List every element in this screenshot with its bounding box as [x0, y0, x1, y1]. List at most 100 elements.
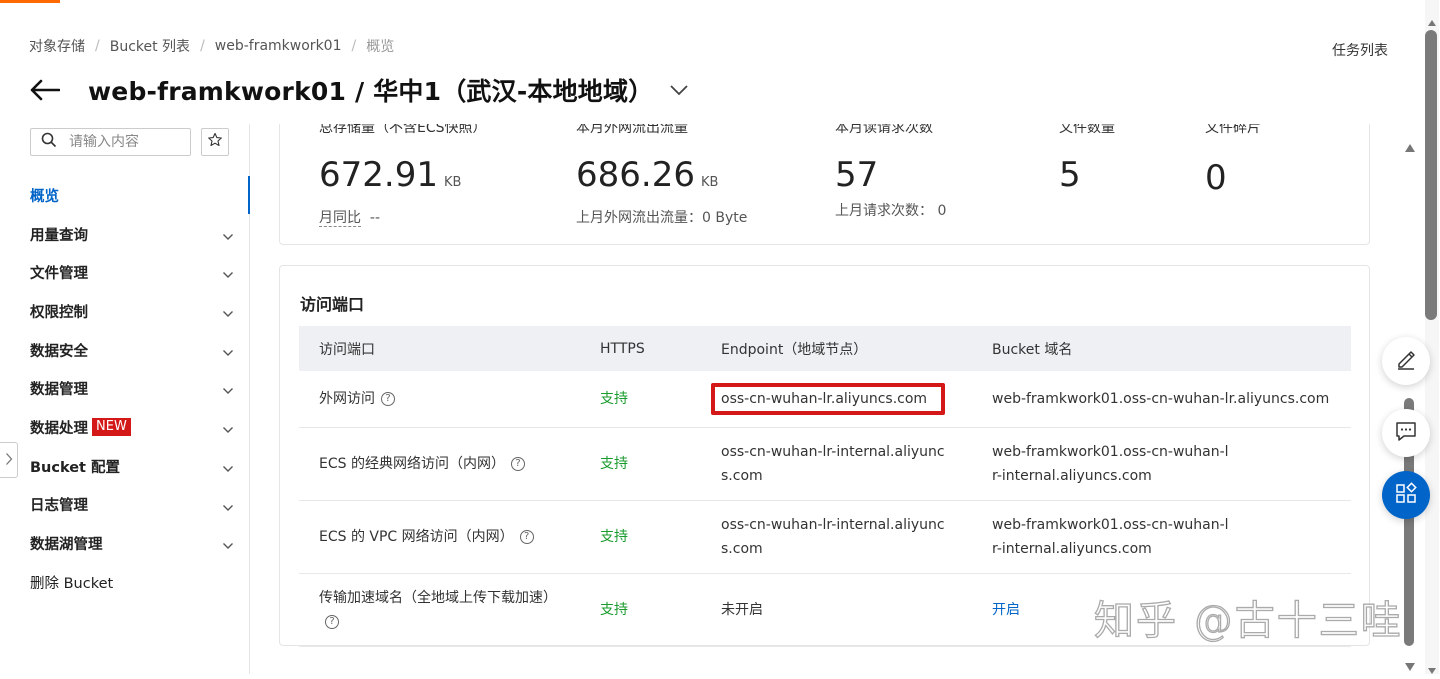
chevron-down-icon: [222, 267, 234, 283]
endpoint-name: ECS 的经典网络访问（内网）?: [299, 427, 580, 501]
stat-sub: 月同比 --: [319, 210, 381, 227]
breadcrumb-item-current: 概览: [366, 39, 395, 55]
chevron-down-icon: [222, 229, 234, 245]
breadcrumb-item-bucket-list[interactable]: Bucket 列表: [110, 36, 190, 56]
sidebar-item-overview[interactable]: 概览: [0, 176, 250, 215]
chat-button[interactable]: [1382, 409, 1430, 457]
sidebar-item-bucket-config[interactable]: Bucket 配置: [0, 447, 249, 486]
bucket-domain[interactable]: web-framkwork01.oss-cn-wuhan-lr-internal…: [972, 500, 1351, 574]
stat-label: 本月读请求次数: [835, 124, 933, 136]
edit-icon: [1395, 348, 1417, 374]
chevron-down-icon: [222, 500, 234, 516]
back-arrow-icon[interactable]: [30, 70, 64, 110]
favorite-button[interactable]: [201, 128, 229, 156]
sidebar-search: [30, 128, 191, 156]
endpoint-value[interactable]: oss-cn-wuhan-lr-internal.aliyuncs.com: [701, 500, 972, 574]
scroll-down-icon[interactable]: [1404, 657, 1416, 676]
chevron-down-icon: [222, 345, 234, 361]
breadcrumb-item-oss[interactable]: 对象存储: [29, 36, 85, 56]
chevron-down-icon: [222, 461, 234, 477]
column-header: HTTPS: [580, 326, 701, 371]
chevron-down-icon: [222, 383, 234, 399]
sidebar-item-data-lake[interactable]: 数据湖管理: [0, 524, 249, 563]
watermark: 知乎 @古十三哇: [1093, 597, 1403, 644]
sidebar-item-label: 日志管理: [30, 498, 88, 515]
chat-icon: [1395, 420, 1417, 446]
breadcrumb-separator: /: [351, 38, 357, 54]
help-icon[interactable]: ?: [381, 392, 395, 406]
column-header: 访问端口: [299, 326, 580, 371]
sidebar-item-permissions[interactable]: 权限控制: [0, 292, 249, 331]
scroll-up-icon[interactable]: [1404, 138, 1416, 157]
table-header-row: 访问端口 HTTPS Endpoint（地域节点） Bucket 域名: [299, 326, 1351, 371]
sidebar-nav: 概览 用量查询 文件管理 权限控制 数据安全 数据管理 数据处理 NEW Buck…: [0, 176, 250, 602]
table-row: ECS 的 VPC 网络访问（内网）? 支持 oss-cn-wuhan-lr-i…: [299, 500, 1351, 574]
chevron-down-icon[interactable]: [669, 80, 689, 100]
chevron-down-icon: [222, 306, 234, 322]
table-row: 外网访问? 支持 oss-cn-wuhan-lr.aliyuncs.com we…: [299, 371, 1351, 428]
sidebar-collapse-toggle[interactable]: [0, 442, 18, 478]
sidebar-item-delete-bucket[interactable]: 删除 Bucket: [0, 563, 249, 602]
stat-value: 57: [835, 155, 879, 195]
endpoint-value: 未开启: [701, 573, 972, 647]
https-support: 支持: [580, 500, 701, 574]
apps-grid-icon: [1395, 482, 1417, 508]
sidebar-item-label: Bucket 配置: [30, 459, 121, 476]
sidebar-item-data-security[interactable]: 数据安全: [0, 331, 249, 370]
bucket-domain[interactable]: web-framkwork01.oss-cn-wuhan-lr.aliyuncs…: [972, 371, 1351, 428]
new-badge: NEW: [92, 418, 131, 437]
star-icon: [207, 132, 223, 152]
apps-button[interactable]: [1382, 471, 1430, 519]
endpoint-name: ECS 的 VPC 网络访问（内网）?: [299, 500, 580, 574]
sidebar-item-label: 数据管理: [30, 382, 88, 399]
sidebar-item-label: 用量查询: [30, 227, 88, 244]
sidebar-item-label: 数据湖管理: [30, 537, 103, 554]
sidebar-item-label: 概览: [30, 188, 59, 205]
stat-label: 总存储量（不含ECS快照）: [319, 124, 487, 136]
breadcrumb-item-bucket[interactable]: web-framkwork01: [215, 38, 342, 54]
page-scrollbar-thumb[interactable]: [1425, 30, 1437, 320]
sidebar-item-label: 数据安全: [30, 343, 88, 360]
stat-label: 文件数量: [1059, 124, 1115, 136]
sidebar-item-data-processing[interactable]: 数据处理 NEW: [0, 408, 249, 447]
endpoint-name: 外网访问?: [299, 371, 580, 428]
sidebar-item-data-management[interactable]: 数据管理: [0, 369, 249, 408]
breadcrumb: 对象存储 / Bucket 列表 / web-framkwork01 / 概览: [29, 36, 394, 56]
help-icon[interactable]: ?: [325, 615, 339, 629]
scroll-down-icon[interactable]: [1427, 660, 1437, 679]
chevron-down-icon: [222, 422, 234, 438]
https-support: 支持: [580, 573, 701, 647]
stat-sub: 上月外网流出流量：0 Byte: [576, 210, 748, 226]
bucket-domain[interactable]: web-framkwork01.oss-cn-wuhan-lr-internal…: [972, 427, 1351, 501]
sidebar-item-label: 删除 Bucket: [30, 575, 114, 592]
help-icon[interactable]: ?: [519, 530, 534, 544]
sidebar-search-input[interactable]: [69, 134, 179, 150]
sidebar-item-files[interactable]: 文件管理: [0, 253, 249, 292]
scroll-up-icon[interactable]: [1427, 12, 1437, 31]
stat-value: 672.91 KB: [319, 155, 462, 195]
page-title: web-framkwork01 / 华中1（武汉-本地地域）: [88, 77, 654, 106]
sidebar-item-label: 权限控制: [30, 304, 88, 321]
sidebar-item-label: 文件管理: [30, 266, 88, 283]
chevron-down-icon: [222, 538, 234, 554]
stat-label: 文件碎片: [1205, 124, 1261, 136]
sidebar-item-logs[interactable]: 日志管理: [0, 486, 249, 525]
stat-value: 5: [1059, 155, 1081, 195]
highlighted-endpoint[interactable]: oss-cn-wuhan-lr.aliyuncs.com: [711, 383, 946, 415]
endpoint-value[interactable]: oss-cn-wuhan-lr-internal.aliyuncs.com: [701, 427, 972, 501]
chevron-right-icon: [5, 451, 13, 470]
column-header: Endpoint（地域节点）: [701, 326, 972, 371]
column-header: Bucket 域名: [972, 326, 1351, 371]
stat-sub: 上月请求次数： 0: [835, 203, 947, 219]
task-list-link[interactable]: 任务列表: [1332, 40, 1388, 60]
brand-accent-bar: [0, 0, 60, 3]
table-row: ECS 的经典网络访问（内网）? 支持 oss-cn-wuhan-lr-inte…: [299, 427, 1351, 501]
endpoint-name: 传输加速域名（全地域上传下载加速）?: [299, 573, 580, 647]
section-title: 访问端口: [300, 295, 365, 314]
feedback-edit-button[interactable]: [1382, 337, 1430, 385]
https-support: 支持: [580, 427, 701, 501]
sidebar-item-usage[interactable]: 用量查询: [0, 215, 249, 254]
help-icon[interactable]: ?: [510, 457, 525, 471]
stat-value: 686.26 KB: [576, 155, 719, 195]
breadcrumb-separator: /: [200, 38, 205, 54]
